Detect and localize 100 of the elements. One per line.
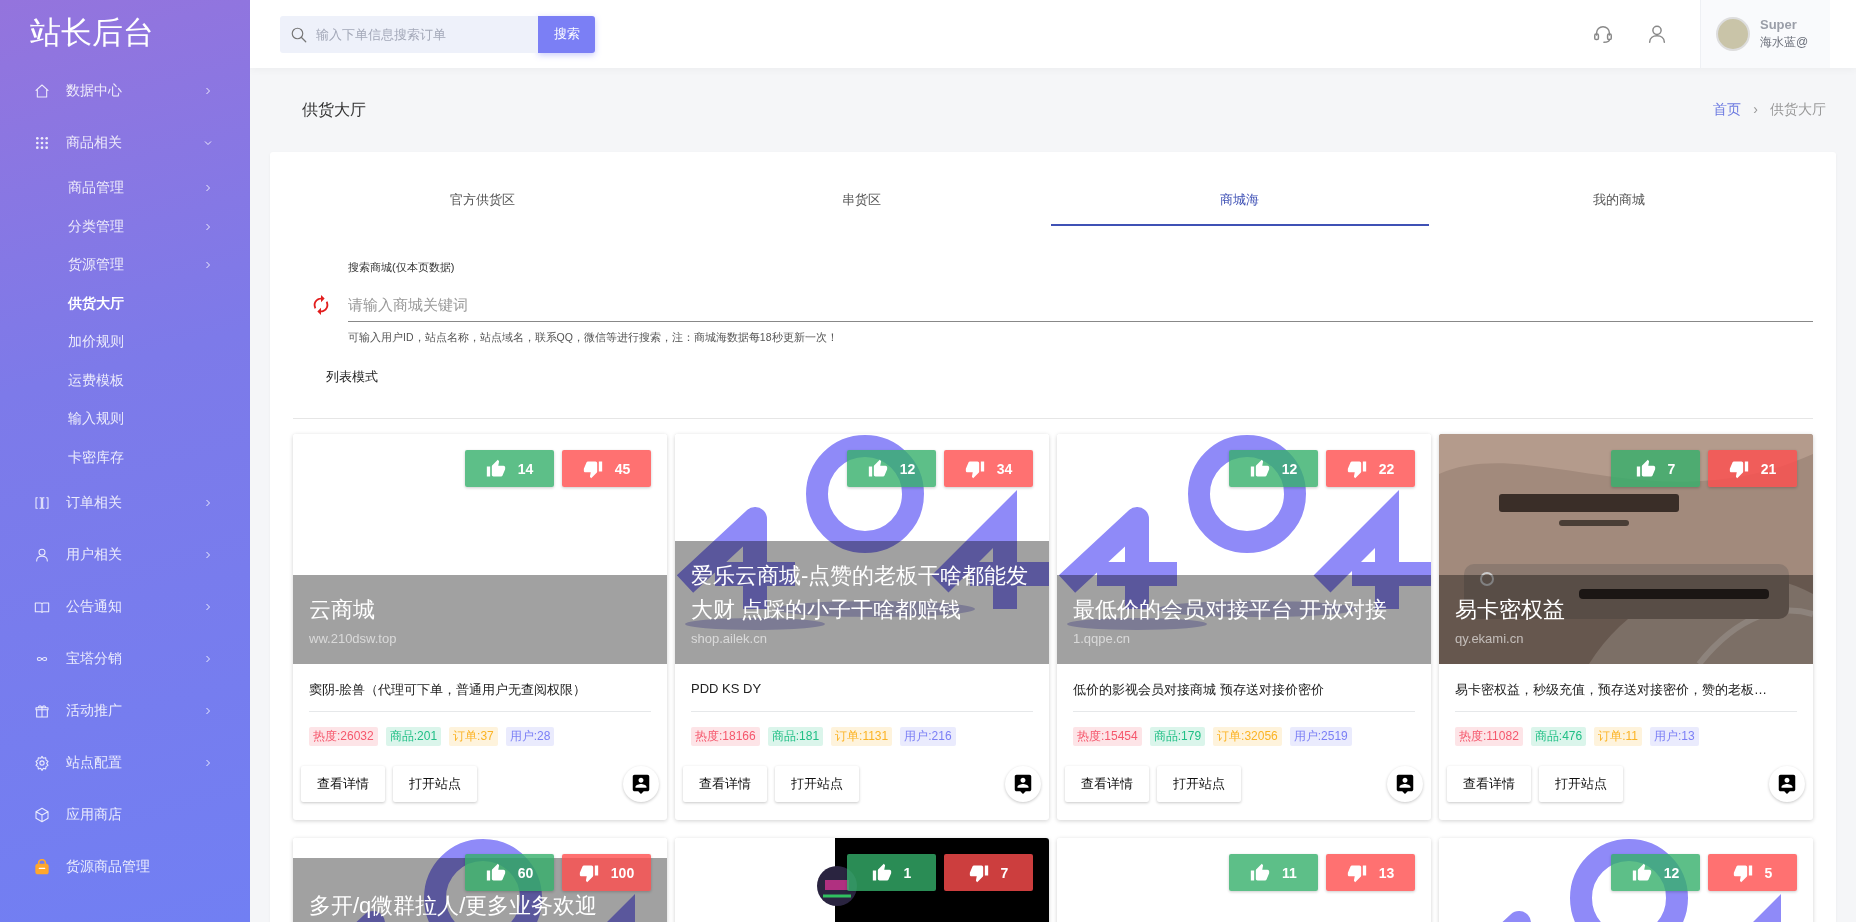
sidebar-item[interactable]: 站点配置 xyxy=(0,737,250,789)
dislike-button[interactable]: 100 xyxy=(562,854,651,891)
gift-icon xyxy=(34,703,50,719)
contact-button[interactable] xyxy=(1005,766,1041,802)
card-action-button[interactable]: 查看详情 xyxy=(683,766,767,802)
thumbs-up-icon xyxy=(1250,862,1271,883)
stat-tag: 订单:37 xyxy=(449,727,498,746)
view-mode-label: 列表模式 xyxy=(326,368,379,386)
breadcrumb-link[interactable]: 首页 xyxy=(1713,101,1742,119)
card-action-button[interactable]: 打开站点 xyxy=(775,766,859,802)
stat-tag: 热度:11082 xyxy=(1455,727,1523,746)
breadcrumb-current: 供货大厅 xyxy=(1770,101,1826,119)
sidebar-subitem[interactable]: 货源管理 xyxy=(0,246,250,285)
dislike-button[interactable]: 13 xyxy=(1326,854,1415,891)
shop-description: 易卡密权益，秒级充值，预存送对接密价，赞的老板… xyxy=(1454,681,1768,699)
shop-url: qy.ekami.cn xyxy=(1455,631,1525,646)
shop-url: 1.qqpe.cn xyxy=(1073,631,1132,646)
card-action-button[interactable]: 打开站点 xyxy=(393,766,477,802)
stat-tag: 用户:216 xyxy=(900,727,956,746)
sidebar-item[interactable]: 宝塔分销 xyxy=(0,633,250,685)
card-action-button[interactable]: 打开站点 xyxy=(1539,766,1623,802)
sidebar-item[interactable]: 用户相关 xyxy=(0,529,250,581)
like-button[interactable]: 11 xyxy=(1229,854,1318,891)
page-title: 供货大厅 xyxy=(302,99,367,120)
user-name: Super xyxy=(1760,17,1798,32)
sidebar-subitem[interactable]: 运费模板 xyxy=(0,361,250,400)
dislike-button[interactable]: 5 xyxy=(1708,854,1797,891)
sidebar-subitem[interactable]: 卡密库存 xyxy=(0,438,250,477)
sidebar-subitem[interactable]: 商品管理 xyxy=(0,169,250,208)
shop-url: shop.ailek.cn xyxy=(691,631,768,646)
search-label: 搜索商城(仅本页数据) xyxy=(348,260,456,275)
like-button[interactable]: 7 xyxy=(1611,450,1700,487)
like-button[interactable]: 60 xyxy=(465,854,554,891)
stat-tag: 商品:179 xyxy=(1149,727,1206,746)
sidebar-item[interactable]: 订单相关 xyxy=(0,477,250,529)
thumbs-up-icon xyxy=(485,458,506,479)
dislike-button[interactable]: 7 xyxy=(944,854,1033,891)
card-action-button[interactable]: 查看详情 xyxy=(1447,766,1531,802)
like-button[interactable]: 12 xyxy=(1611,854,1700,891)
sidebar-subitem[interactable]: 加价规则 xyxy=(0,323,250,362)
tab[interactable]: 串货区 xyxy=(671,184,1051,226)
contact-button[interactable] xyxy=(1769,766,1805,802)
dislike-button[interactable]: 22 xyxy=(1326,450,1415,487)
sidebar-item[interactable]: 公告通知 xyxy=(0,581,250,633)
dislike-button[interactable]: 34 xyxy=(944,450,1033,487)
sidebar-item[interactable]: 货源商品管理 xyxy=(0,841,250,893)
sidebar-subitem[interactable]: 供货大厅 xyxy=(0,284,250,323)
sidebar-subitem[interactable]: 分类管理 xyxy=(0,207,250,246)
contact-card-icon xyxy=(630,773,652,795)
thumbs-up-icon xyxy=(867,458,888,479)
shop-title: 易卡密权益 xyxy=(1455,596,1566,624)
tab[interactable]: 官方供货区 xyxy=(293,184,672,226)
search-field[interactable]: 输入下单信息搜索订单 xyxy=(280,15,538,53)
stat-tag: 用户:13 xyxy=(1649,727,1699,746)
cube-icon xyxy=(34,807,50,823)
stat-tag: 商品:201 xyxy=(385,727,442,746)
contact-card-icon xyxy=(1012,773,1034,795)
dislike-button[interactable]: 45 xyxy=(562,450,651,487)
shop-url: ww.210dsw.top xyxy=(309,631,398,646)
sidebar-item[interactable]: 数据中心 xyxy=(0,65,250,117)
tab[interactable]: 我的商城 xyxy=(1429,184,1808,226)
contact-card-icon xyxy=(1776,773,1798,795)
stat-tag: 商品:181 xyxy=(767,727,824,746)
sidebar-item[interactable]: 活动推广 xyxy=(0,685,250,737)
stat-tag: 用户:2519 xyxy=(1289,727,1352,746)
card-action-button[interactable]: 打开站点 xyxy=(1157,766,1241,802)
stat-tag: 订单:11 xyxy=(1594,727,1642,746)
like-button[interactable]: 1 xyxy=(847,854,936,891)
headset-icon[interactable] xyxy=(1592,23,1614,45)
user-icon[interactable] xyxy=(1646,23,1668,45)
thumbs-up-icon xyxy=(1635,458,1656,479)
contact-button[interactable] xyxy=(623,766,659,802)
dislike-button[interactable]: 21 xyxy=(1708,450,1797,487)
search-button[interactable]: 搜索 xyxy=(538,15,595,53)
shopping-bag-icon xyxy=(34,859,50,875)
like-button[interactable]: 12 xyxy=(847,450,936,487)
thumbs-up-icon xyxy=(871,862,892,883)
sidebar-item[interactable]: 商品相关 xyxy=(0,117,250,169)
contact-card-icon xyxy=(1394,773,1416,795)
card-action-button[interactable]: 查看详情 xyxy=(301,766,385,802)
like-button[interactable]: 12 xyxy=(1229,450,1318,487)
gear-icon xyxy=(34,755,50,771)
breadcrumb-separator: › xyxy=(1753,101,1758,119)
sidebar-subitem[interactable]: 输入规则 xyxy=(0,400,250,439)
thumbs-up-icon xyxy=(1631,862,1652,883)
sidebar-item[interactable]: 应用商店 xyxy=(0,789,250,841)
user-subtitle: 海水蓝@ xyxy=(1760,34,1809,51)
stat-tag: 用户:28 xyxy=(505,727,555,746)
shop-title: 云商城 xyxy=(309,596,376,624)
book-icon xyxy=(34,599,50,615)
contact-button[interactable] xyxy=(1387,766,1423,802)
stat-tag: 热度:15454 xyxy=(1073,727,1142,746)
tab[interactable]: 商城海 xyxy=(1050,184,1430,226)
stat-tag: 热度:18166 xyxy=(691,727,760,746)
search-icon xyxy=(290,25,308,44)
user-icon xyxy=(34,547,50,563)
card-action-button[interactable]: 查看详情 xyxy=(1065,766,1149,802)
grid-icon xyxy=(34,135,50,151)
like-button[interactable]: 14 xyxy=(465,450,554,487)
stat-tag: 热度:26032 xyxy=(309,727,378,746)
